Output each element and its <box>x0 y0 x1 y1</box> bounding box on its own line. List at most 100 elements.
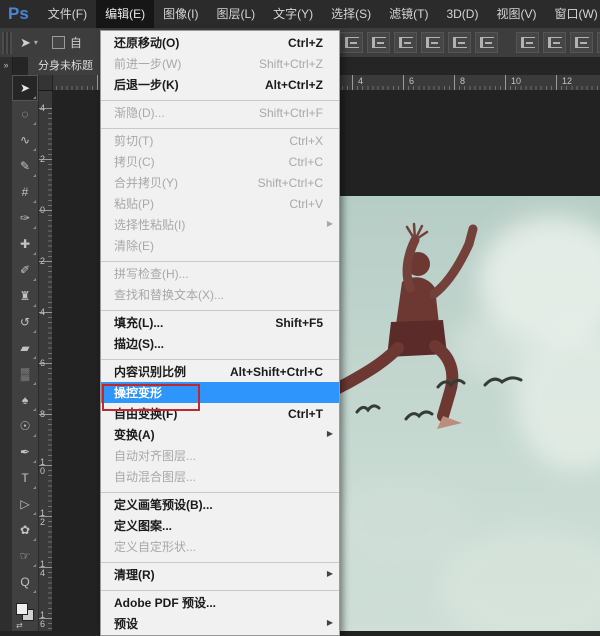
auto-select-checkbox[interactable] <box>52 36 65 49</box>
align-bottom-edges-button[interactable] <box>394 32 417 53</box>
menu-item[interactable]: 定义图案... ▶ <box>101 515 339 536</box>
red-annotation-box <box>102 384 200 411</box>
foreground-color-swatch[interactable] <box>16 603 28 615</box>
canvas-image[interactable] <box>338 196 600 631</box>
dodge-tool[interactable]: ☉ <box>12 413 38 439</box>
align-icon <box>521 37 535 48</box>
path-selection-tool[interactable]: ▷ <box>12 491 38 517</box>
crop-tool[interactable]: # <box>12 179 38 205</box>
menu-edit[interactable]: 编辑(E) <box>96 0 154 28</box>
eyedropper-tool[interactable]: ✑ <box>12 205 38 231</box>
edit-menu-dropdown: 还原移动(O) Ctrl+Z ▶ 前进一步(W) Shift+Ctrl+Z ▶ … <box>100 30 340 636</box>
menu-item[interactable]: 还原移动(O) Ctrl+Z ▶ <box>101 32 339 53</box>
move-tool[interactable]: ➤ <box>12 75 38 101</box>
brush-tool[interactable]: ✐ <box>12 257 38 283</box>
menu-item[interactable]: 定义自定形状... ▶ <box>101 536 339 557</box>
collapse-panels-icon[interactable]: » <box>0 60 12 70</box>
menu-select[interactable]: 选择(S) <box>322 0 380 28</box>
chevron-down-icon[interactable]: ▾ <box>34 38 38 47</box>
menu-item[interactable]: 合并拷贝(Y) Shift+Ctrl+C ▶ <box>101 172 339 193</box>
menu-item[interactable]: 自动混合图层... ▶ <box>101 466 339 487</box>
align-left-edges-button[interactable] <box>421 32 444 53</box>
submenu-arrow-icon: ▶ <box>327 429 333 438</box>
history-brush-tool[interactable]: ↺ <box>12 309 38 335</box>
menu-item[interactable]: 拼写检查(H)... ▶ <box>101 263 339 284</box>
menu-item-label: 预设 <box>114 615 138 632</box>
menu-item-shortcut: Alt+Ctrl+Z <box>265 78 331 92</box>
menu-item[interactable]: Adobe PDF 预设... ▶ <box>101 592 339 613</box>
color-swatches[interactable]: ⇄ <box>14 601 36 627</box>
spot-healing-brush-tool[interactable]: ✚ <box>12 231 38 257</box>
menu-3d[interactable]: 3D(D) <box>437 0 487 28</box>
menu-item-label: 内容识别比例 <box>114 363 186 380</box>
menu-item[interactable]: 内容识别比例 Alt+Shift+Ctrl+C ▶ <box>101 361 339 382</box>
menu-view[interactable]: 视图(V) <box>487 0 545 28</box>
menu-item[interactable]: 描边(S)... ▶ <box>101 333 339 354</box>
menu-item[interactable]: 填充(L)... Shift+F5 ▶ <box>101 312 339 333</box>
tool-icon: ✿ <box>20 524 30 536</box>
blur-tool[interactable]: ♠ <box>12 387 38 413</box>
menu-item[interactable]: ▶ <box>101 354 339 361</box>
menu-item[interactable]: 选择性粘贴(I) ▶ <box>101 214 339 235</box>
align-right-edges-button[interactable] <box>475 32 498 53</box>
gradient-tool[interactable]: ▒ <box>12 361 38 387</box>
auto-select-label: 自 <box>70 34 82 51</box>
quick-selection-tool[interactable]: ✎ <box>12 153 38 179</box>
vertical-ruler: 420246810121416 <box>38 90 53 631</box>
tool-icon: ♜ <box>20 290 31 302</box>
menu-image[interactable]: 图像(I) <box>154 0 207 28</box>
align-top-edges-button[interactable] <box>340 32 363 53</box>
marquee-tool[interactable]: ◌ <box>12 101 38 127</box>
menu-window[interactable]: 窗口(W) <box>545 0 600 28</box>
menu-item[interactable]: ▶ <box>101 557 339 564</box>
document-tab[interactable]: 分身未标题 <box>28 57 103 75</box>
distribute-bottom-edges-button[interactable] <box>570 32 593 53</box>
menu-item[interactable]: 定义画笔预设(B)... ▶ <box>101 494 339 515</box>
menu-item[interactable]: ▶ <box>101 256 339 263</box>
menu-layer[interactable]: 图层(L) <box>207 0 264 28</box>
tool-icon: # <box>22 186 29 198</box>
custom-shape-tool[interactable]: ✿ <box>12 517 38 543</box>
menu-item[interactable]: 拷贝(C) Ctrl+C ▶ <box>101 151 339 172</box>
menu-item[interactable]: 剪切(T) Ctrl+X ▶ <box>101 130 339 151</box>
menu-item[interactable]: 渐隐(D)... Shift+Ctrl+F ▶ <box>101 102 339 123</box>
tool-icon: ▷ <box>20 498 29 510</box>
menu-item[interactable]: 清理(R) ▶ <box>101 564 339 585</box>
menu-item[interactable]: ▶ <box>101 95 339 102</box>
lasso-tool[interactable]: ∿ <box>12 127 38 153</box>
distribute-vertical-centers-button[interactable] <box>543 32 566 53</box>
menu-item-shortcut: Alt+Shift+Ctrl+C <box>230 365 331 379</box>
menu-filter[interactable]: 滤镜(T) <box>380 0 437 28</box>
move-tool-preset-icon[interactable]: ➤ <box>20 35 31 51</box>
menu-item-label: 合并拷贝(Y) <box>114 174 178 191</box>
menu-item[interactable]: 变换(A) ▶ <box>101 424 339 445</box>
menu-type[interactable]: 文字(Y) <box>264 0 322 28</box>
pen-tool[interactable]: ✒ <box>12 439 38 465</box>
distribute-top-edges-button[interactable] <box>516 32 539 53</box>
zoom-tool[interactable]: Q <box>12 569 38 595</box>
menu-item[interactable]: 粘贴(P) Ctrl+V ▶ <box>101 193 339 214</box>
menu-item-shortcut: Ctrl+Z <box>288 36 331 50</box>
menu-item[interactable]: 清除(E) ▶ <box>101 235 339 256</box>
tool-icon: ✑ <box>20 212 30 224</box>
menu-item[interactable]: ▶ <box>101 487 339 494</box>
type-tool[interactable]: T <box>12 465 38 491</box>
eraser-tool[interactable]: ▰ <box>12 335 38 361</box>
menu-item[interactable]: ▶ <box>101 123 339 130</box>
swap-colors-icon[interactable]: ⇄ <box>16 621 23 630</box>
tool-icon: ✒ <box>20 446 30 458</box>
clone-stamp-tool[interactable]: ♜ <box>12 283 38 309</box>
align-horizontal-centers-button[interactable] <box>448 32 471 53</box>
menu-item[interactable]: 前进一步(W) Shift+Ctrl+Z ▶ <box>101 53 339 74</box>
menu-item[interactable]: 查找和替换文本(X)... ▶ <box>101 284 339 305</box>
ruler-number: 8 <box>40 410 48 419</box>
hand-tool[interactable]: ☞ <box>12 543 38 569</box>
menu-item[interactable]: 自动对齐图层... ▶ <box>101 445 339 466</box>
menu-file[interactable]: 文件(F) <box>39 0 96 28</box>
menu-item[interactable]: ▶ <box>101 585 339 592</box>
align-vertical-centers-button[interactable] <box>367 32 390 53</box>
ruler-number: 12 <box>562 76 572 86</box>
menu-item-label: 变换(A) <box>114 426 155 443</box>
menu-item[interactable]: 后退一步(K) Alt+Ctrl+Z ▶ <box>101 74 339 95</box>
menu-item[interactable]: ▶ <box>101 305 339 312</box>
